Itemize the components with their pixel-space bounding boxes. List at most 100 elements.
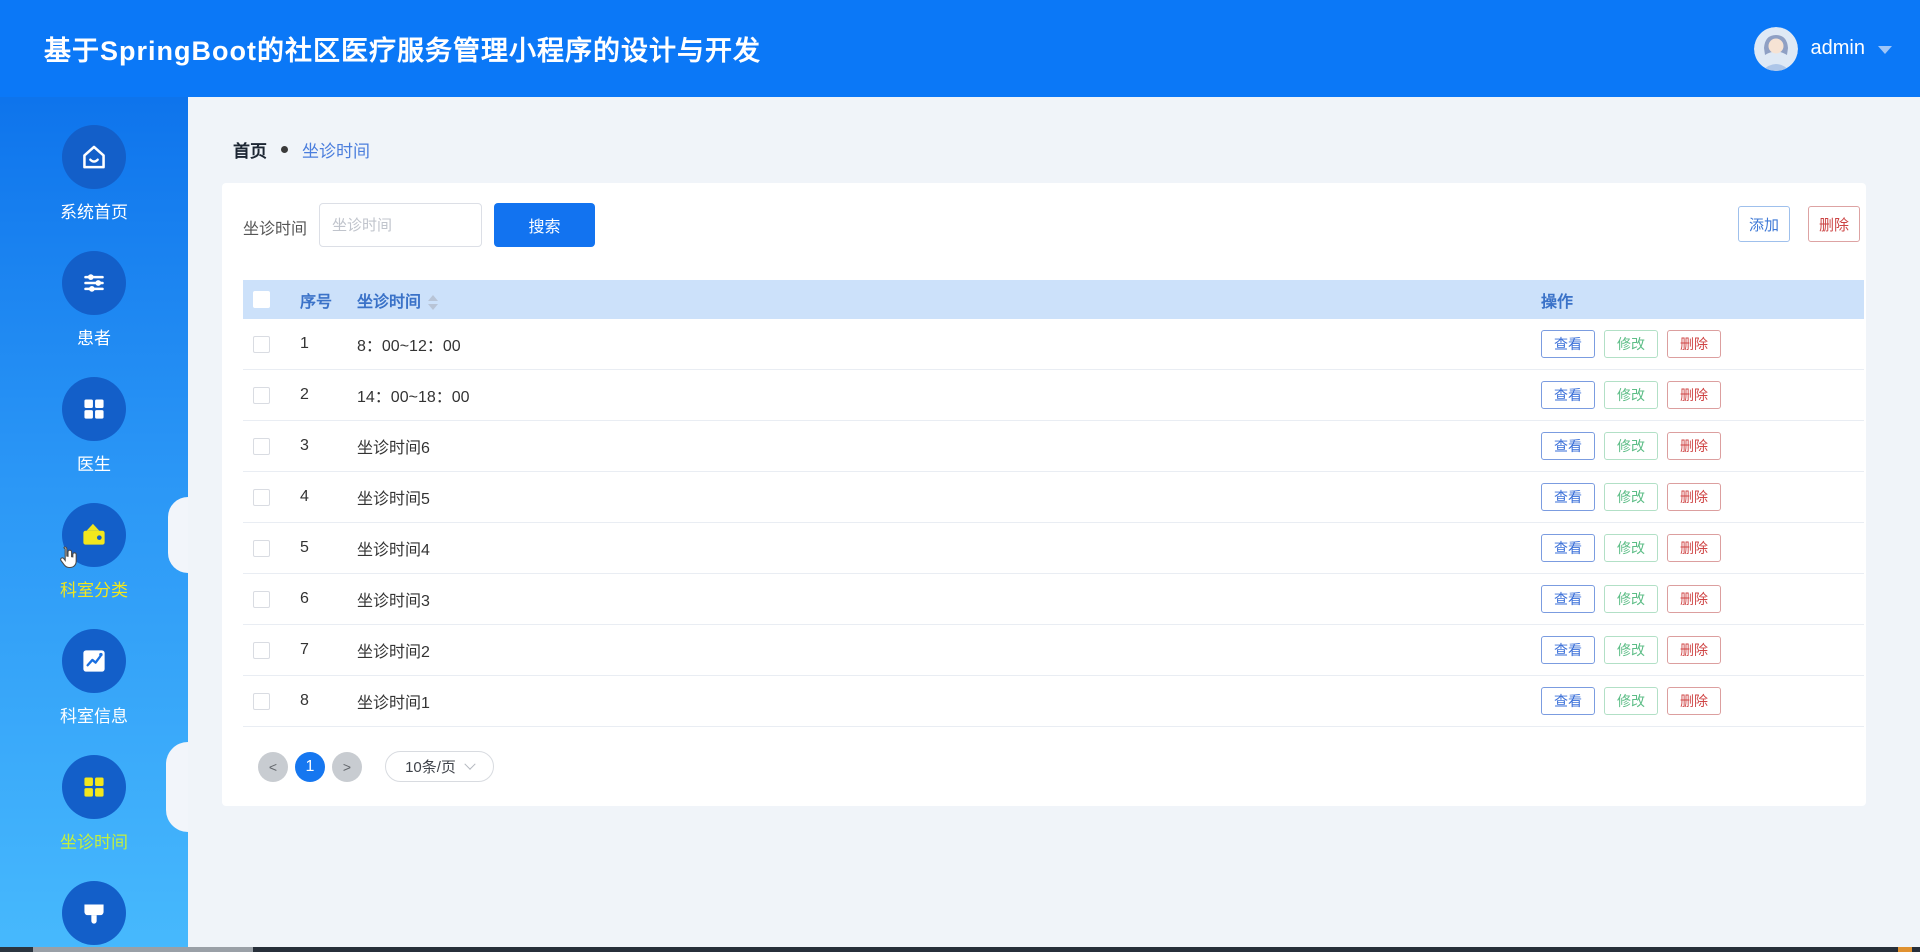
edit-button[interactable]: 修改	[1604, 534, 1658, 562]
search-button[interactable]: 搜索	[494, 203, 595, 247]
row-index: 5	[300, 539, 309, 556]
delete-row-button[interactable]: 删除	[1667, 585, 1721, 613]
sidebar-item-label: 患者	[77, 329, 111, 348]
sidebar-item-brush[interactable]	[0, 853, 188, 952]
sort-icon[interactable]	[428, 294, 439, 310]
sliders-icon	[84, 274, 104, 292]
sidebar-item-grid-white[interactable]: 医生	[0, 349, 188, 475]
sidebar-icon-circle	[62, 881, 126, 945]
delete-row-button[interactable]: 删除	[1667, 687, 1721, 715]
row-index: 7	[300, 641, 309, 658]
table-row: 2 14：00~18：00 查看 修改 删除	[243, 370, 1864, 421]
row-checkbox[interactable]	[253, 539, 270, 557]
next-page-button[interactable]: >	[332, 751, 362, 782]
user-menu[interactable]: admin	[1753, 26, 1892, 71]
view-button[interactable]: 查看	[1541, 585, 1595, 613]
table-row: 7 坐诊时间2 查看 修改 删除	[243, 625, 1864, 676]
row-checkbox[interactable]	[253, 437, 270, 455]
breadcrumb-current[interactable]: 坐诊时间	[302, 137, 370, 162]
row-time: 坐诊时间4	[357, 542, 430, 559]
data-table: 序号 坐诊时间 操作 1 8：00~12：00 查看 修改 删除 2 14：00…	[243, 280, 1864, 727]
sidebar-icon-circle	[62, 629, 126, 693]
sidebar-item-home[interactable]: 系统首页	[0, 97, 188, 223]
chart-icon	[83, 650, 105, 672]
breadcrumb-dot-icon	[281, 146, 288, 153]
row-time: 坐诊时间3	[357, 593, 430, 610]
sidebar-icon-circle	[62, 377, 126, 441]
delete-button[interactable]: 删除	[1808, 206, 1860, 242]
select-all-checkbox[interactable]	[253, 291, 270, 308]
sidebar-item-label: 坐诊时间	[60, 833, 128, 852]
row-index: 1	[300, 335, 309, 352]
brush-icon	[84, 904, 104, 924]
avatar-image-icon	[1753, 26, 1798, 71]
delete-row-button[interactable]: 删除	[1667, 381, 1721, 409]
sidebar-item-grid-yellow[interactable]: 坐诊时间	[0, 727, 188, 853]
prev-page-button[interactable]: <	[258, 751, 288, 782]
home-icon	[83, 145, 105, 169]
table-row: 1 8：00~12：00 查看 修改 删除	[243, 319, 1864, 370]
delete-row-button[interactable]: 删除	[1667, 636, 1721, 664]
delete-row-button[interactable]: 删除	[1667, 330, 1721, 358]
edit-button[interactable]: 修改	[1604, 381, 1658, 409]
app-title: 基于SpringBoot的社区医疗服务管理小程序的设计与开发	[44, 36, 761, 66]
view-button[interactable]: 查看	[1541, 381, 1595, 409]
sidebar-icon-circle	[62, 755, 126, 819]
edit-button[interactable]: 修改	[1604, 687, 1658, 715]
row-time: 坐诊时间6	[357, 440, 430, 457]
edit-button[interactable]: 修改	[1604, 483, 1658, 511]
row-checkbox[interactable]	[253, 488, 270, 506]
breadcrumb-home[interactable]: 首页	[233, 137, 267, 162]
sidebar-item-chart[interactable]: 科室信息	[0, 601, 188, 727]
row-checkbox[interactable]	[253, 386, 270, 404]
delete-row-button[interactable]: 删除	[1667, 432, 1721, 460]
table-row: 4 坐诊时间5 查看 修改 删除	[243, 472, 1864, 523]
table-row: 6 坐诊时间3 查看 修改 删除	[243, 574, 1864, 625]
row-index: 6	[300, 590, 309, 607]
view-button[interactable]: 查看	[1541, 432, 1595, 460]
add-button[interactable]: 添加	[1738, 206, 1790, 242]
edit-button[interactable]: 修改	[1604, 432, 1658, 460]
chevron-down-icon	[1878, 46, 1892, 54]
delete-row-button[interactable]: 删除	[1667, 534, 1721, 562]
app-window: 基于SpringBoot的社区医疗服务管理小程序的设计与开发 admin 系统首…	[0, 0, 1920, 952]
view-button[interactable]: 查看	[1541, 636, 1595, 664]
search-input[interactable]	[319, 203, 482, 247]
col-header-actions: 操作	[1541, 293, 1574, 311]
user-name: admin	[1810, 37, 1865, 59]
table-row: 3 坐诊时间6 查看 修改 删除	[243, 421, 1864, 472]
top-header: 基于SpringBoot的社区医疗服务管理小程序的设计与开发 admin	[0, 0, 1920, 97]
row-checkbox[interactable]	[253, 641, 270, 659]
col-header-index: 序号	[300, 293, 333, 311]
sidebar-notch	[168, 497, 188, 573]
row-time: 坐诊时间2	[357, 644, 430, 661]
current-page-button[interactable]: 1	[295, 751, 325, 782]
view-button[interactable]: 查看	[1541, 534, 1595, 562]
grid-white-icon	[84, 399, 104, 419]
view-button[interactable]: 查看	[1541, 483, 1595, 511]
table-row: 8 坐诊时间1 查看 修改 删除	[243, 676, 1864, 727]
row-index: 4	[300, 488, 309, 505]
row-checkbox[interactable]	[253, 335, 270, 353]
row-checkbox[interactable]	[253, 692, 270, 710]
sidebar-notch	[166, 742, 188, 832]
view-button[interactable]: 查看	[1541, 330, 1595, 358]
view-button[interactable]: 查看	[1541, 687, 1595, 715]
sidebar-icon-circle	[62, 125, 126, 189]
row-index: 8	[300, 692, 309, 709]
sidebar-item-sliders[interactable]: 患者	[0, 223, 188, 349]
content-card: 坐诊时间 搜索 添加 删除 序号 坐诊时间 操作 1 8：00~12：	[222, 183, 1866, 806]
sidebar-item-wallet[interactable]: 科室分类	[0, 475, 188, 601]
page-size-select[interactable]: 10条/页	[385, 751, 494, 782]
row-time: 8：00~12：00	[357, 338, 461, 355]
row-checkbox[interactable]	[253, 590, 270, 608]
row-time: 14：00~18：00	[357, 389, 470, 406]
edit-button[interactable]: 修改	[1604, 330, 1658, 358]
edit-button[interactable]: 修改	[1604, 585, 1658, 613]
breadcrumb: 首页 坐诊时间	[233, 137, 370, 162]
edit-button[interactable]: 修改	[1604, 636, 1658, 664]
sidebar-item-label: 医生	[77, 455, 111, 474]
delete-row-button[interactable]: 删除	[1667, 483, 1721, 511]
grid-yellow-icon	[84, 777, 104, 797]
row-index: 2	[300, 386, 309, 403]
